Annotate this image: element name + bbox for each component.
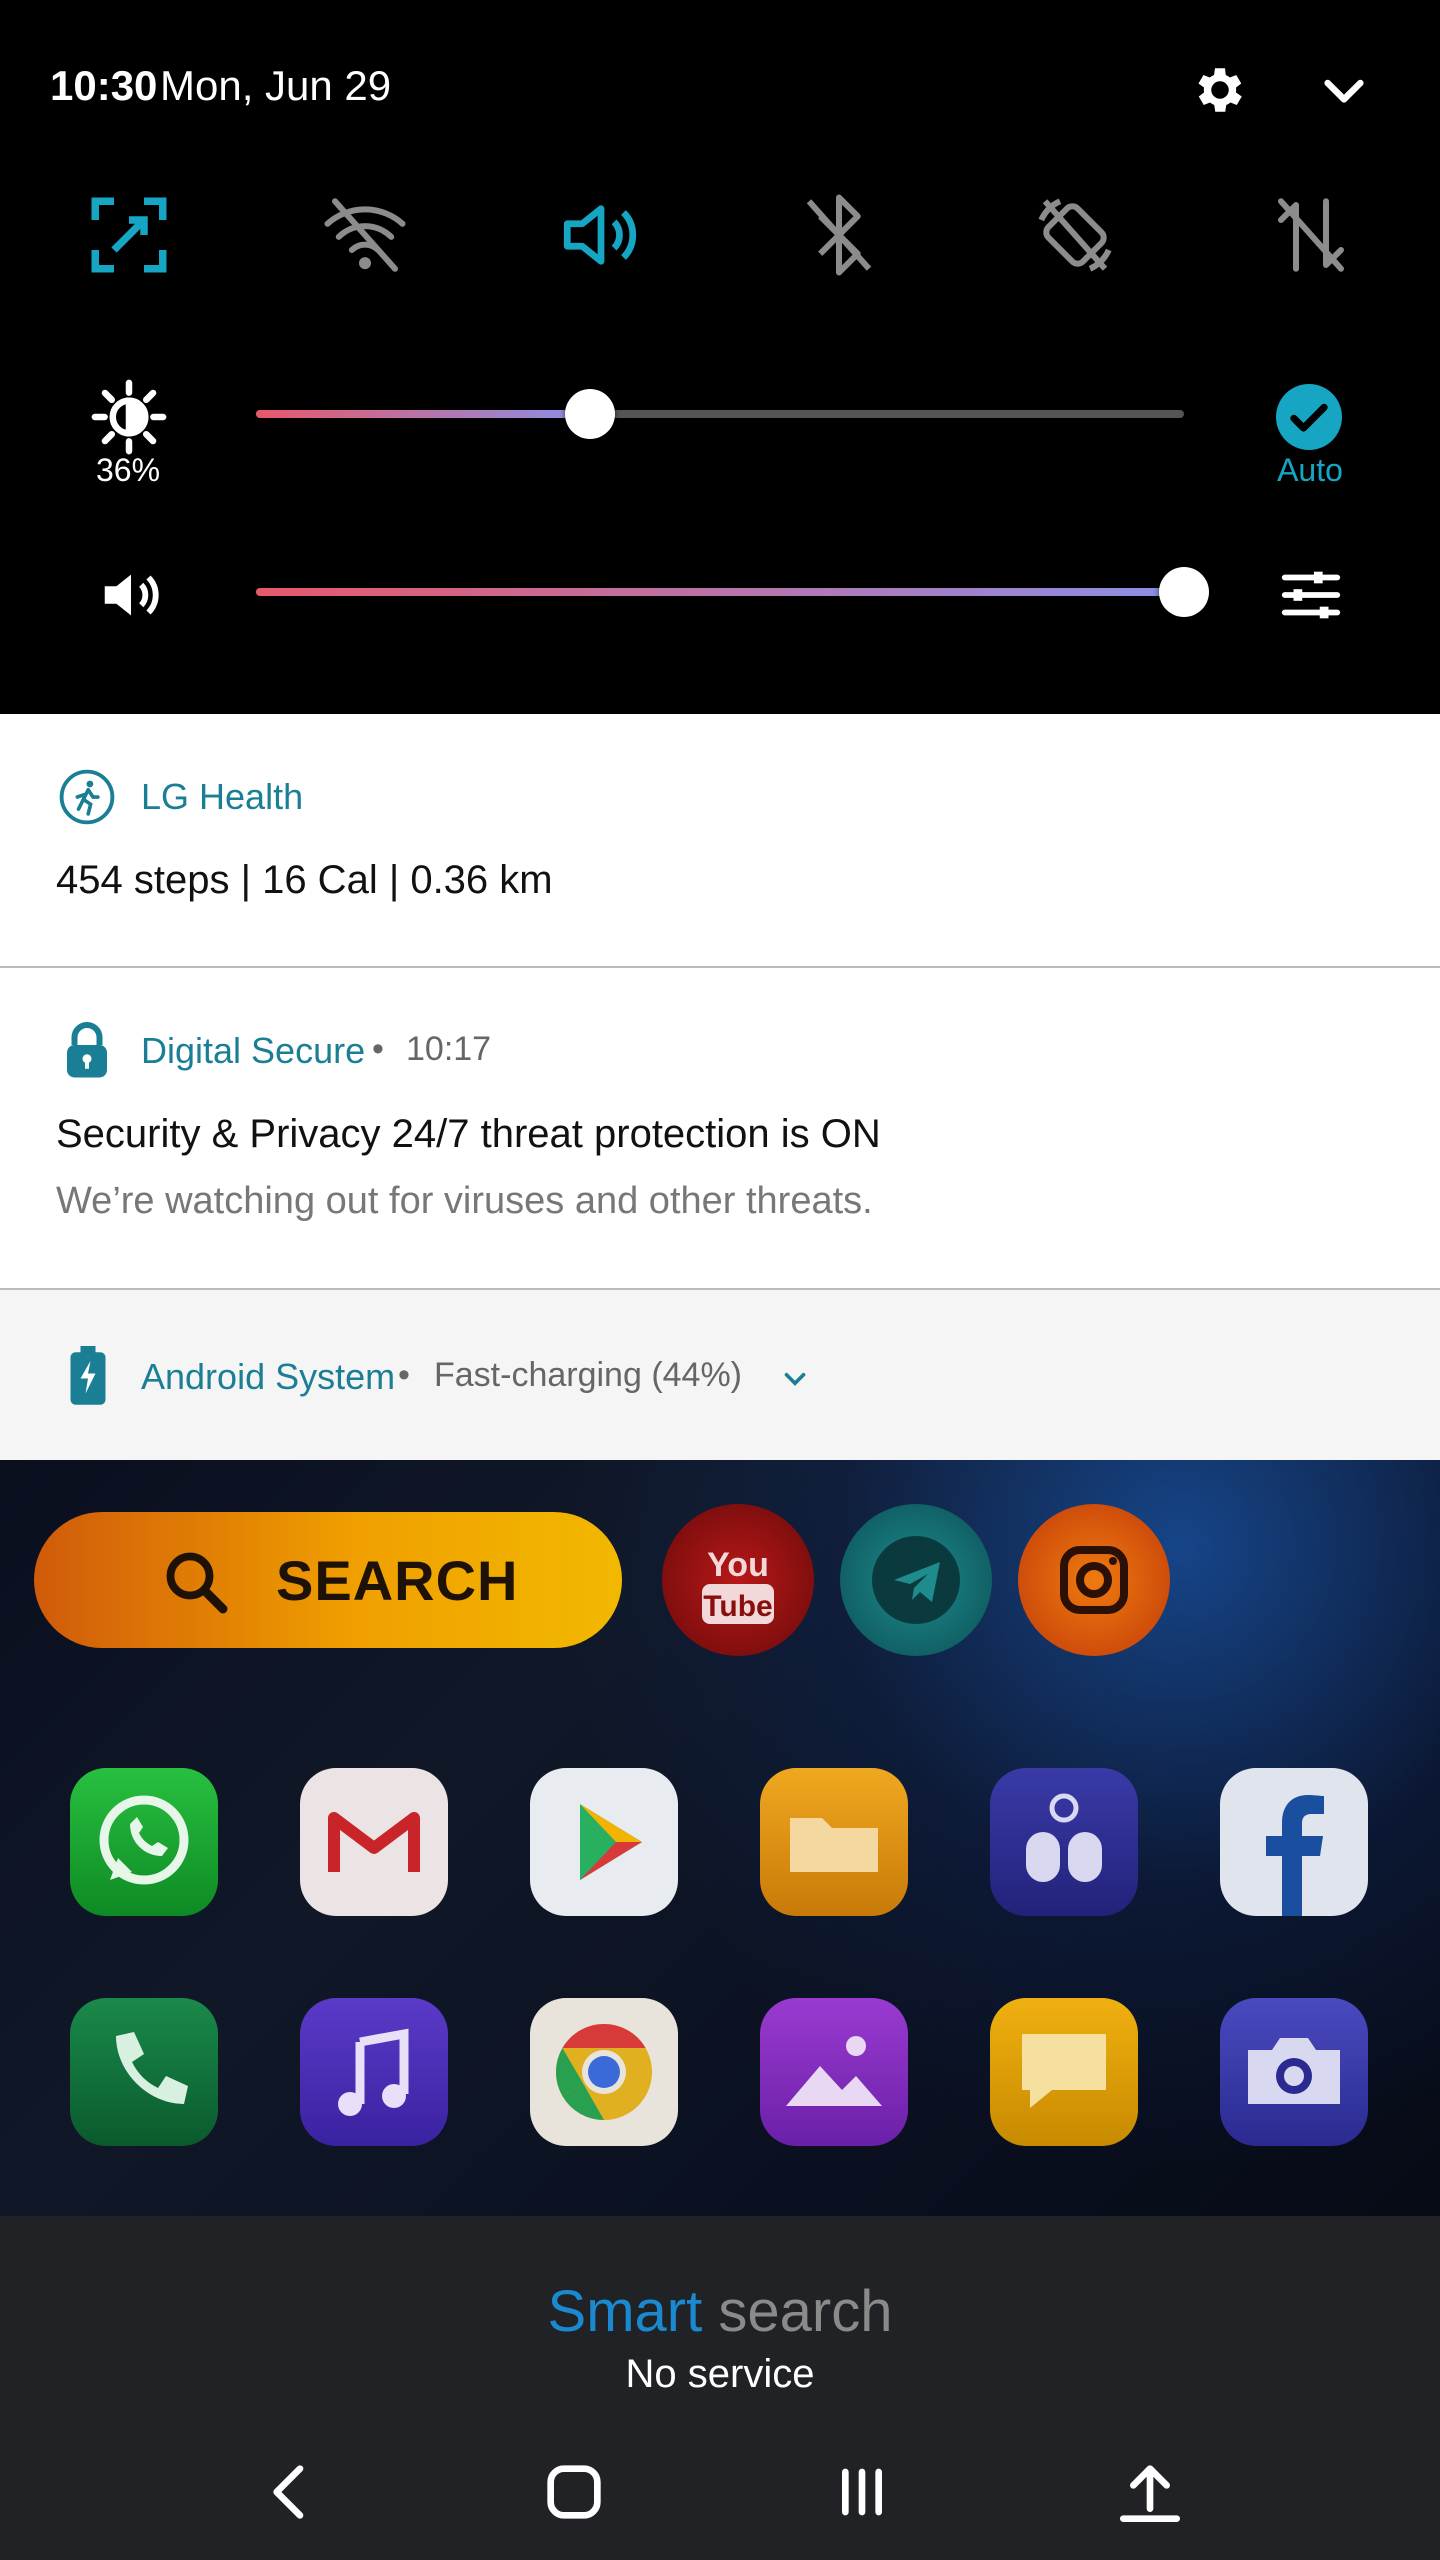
telegram-icon — [872, 1536, 960, 1624]
android-system-app-name: Android System — [141, 1356, 396, 1397]
phone-icon — [116, 2032, 188, 2104]
smart-search-word2: search — [718, 2279, 893, 2344]
mobile-data-off-icon[interactable] — [1266, 190, 1356, 280]
music-app[interactable] — [300, 1998, 448, 2146]
instagram-app[interactable] — [1018, 1504, 1170, 1656]
youtube-app[interactable]: You Tube — [662, 1504, 814, 1656]
search-widget-label: SEARCH — [276, 1549, 519, 1612]
chrome-app[interactable] — [530, 1998, 678, 2146]
home-button-icon[interactable] — [534, 2452, 614, 2532]
notification-lg-health[interactable]: LG Health 454 steps | 16 Cal | 0.36 km — [0, 714, 1440, 966]
camera-app[interactable] — [1220, 1998, 1368, 2146]
music-note-icon — [338, 2028, 409, 2116]
bluetooth-off-icon[interactable] — [794, 190, 884, 280]
separator-dot: • — [398, 1356, 410, 1394]
facebook-app[interactable] — [1220, 1768, 1368, 1916]
status-bar: 10:30 Mon, Jun 29 — [0, 0, 1440, 180]
notification-android-system[interactable]: Android System • Fast-charging (44%) — [0, 1290, 1440, 1460]
camera-icon — [1248, 2038, 1340, 2104]
remote-app[interactable] — [990, 1768, 1138, 1916]
svg-text:Tube: Tube — [703, 1590, 772, 1623]
lg-health-steps: 454 steps | 16 Cal | 0.36 km — [56, 858, 553, 902]
volume-icon[interactable] — [96, 560, 166, 630]
facebook-icon — [1266, 1795, 1324, 1916]
message-bubble-icon — [1022, 2034, 1106, 2108]
notification-digital-secure[interactable]: Digital Secure • 10:17 Security & Privac… — [0, 968, 1440, 1288]
play-store-app[interactable] — [530, 1768, 678, 1916]
auto-brightness-label: Auto — [1277, 452, 1343, 488]
sound-settings-icon[interactable] — [1276, 560, 1346, 630]
phone-app[interactable] — [70, 1998, 218, 2146]
telegram-app[interactable] — [840, 1504, 992, 1656]
auto-brightness-toggle[interactable] — [1276, 384, 1342, 450]
svg-text:You: You — [707, 1546, 769, 1584]
youtube-icon: You Tube — [702, 1546, 774, 1624]
charging-status: Fast-charging (44%) — [434, 1356, 743, 1394]
brightness-percent: 36% — [95, 452, 161, 488]
status-time: 10:30 — [50, 62, 158, 109]
volume-slider-thumb[interactable] — [1159, 567, 1209, 617]
wifi-off-icon[interactable] — [320, 190, 410, 280]
play-store-icon — [580, 1804, 642, 1880]
notification-text: We’re watching out for viruses and other… — [56, 1180, 873, 1222]
folder-icon — [790, 1818, 878, 1872]
brightness-slider-fill — [256, 410, 590, 418]
back-icon[interactable] — [250, 2452, 330, 2532]
smart-search-word1: Smart — [547, 2279, 703, 2344]
digital-secure-app-name: Digital Secure — [141, 1030, 366, 1071]
volume-slider-fill — [256, 588, 1184, 596]
image-icon — [786, 2036, 882, 2106]
swipe-up-icon[interactable] — [1110, 2452, 1190, 2532]
collapse-chevron-icon[interactable] — [1316, 62, 1372, 118]
expand-chevron-icon[interactable] — [778, 1362, 812, 1396]
chrome-icon — [555, 2024, 652, 2120]
instagram-icon — [1060, 1546, 1128, 1614]
messages-app[interactable] — [990, 1998, 1138, 2146]
smart-search-title: Smart search — [0, 2278, 1440, 2345]
recent-apps-icon[interactable] — [822, 2452, 902, 2532]
auto-rotate-off-icon[interactable] — [1030, 190, 1120, 280]
whatsapp-app[interactable] — [70, 1768, 218, 1916]
checkmark-icon — [1290, 403, 1328, 432]
lg-health-app-name: LG Health — [141, 776, 304, 817]
gmail-app[interactable] — [300, 1768, 448, 1916]
files-app[interactable] — [760, 1768, 908, 1916]
screen-capture-icon[interactable] — [84, 190, 174, 280]
lock-icon — [67, 1022, 107, 1078]
lg-health-icon — [59, 769, 115, 825]
notification-title: Security & Privacy 24/7 threat protectio… — [56, 1112, 881, 1156]
gallery-app[interactable] — [760, 1998, 908, 2146]
search-icon — [166, 1552, 228, 1614]
settings-gear-icon[interactable] — [1190, 60, 1250, 120]
remote-control-icon — [1026, 1793, 1102, 1882]
brightness-slider-thumb[interactable] — [565, 389, 615, 439]
whatsapp-icon — [99, 1795, 189, 1885]
status-date: Mon, Jun 29 — [160, 62, 392, 109]
sound-icon[interactable] — [556, 190, 646, 280]
brightness-icon — [91, 379, 167, 455]
gmail-icon — [328, 1812, 420, 1872]
notification-time: 10:17 — [406, 1030, 492, 1068]
network-status: No service — [625, 2352, 815, 2396]
battery-charging-icon — [70, 1346, 106, 1405]
separator-dot: • — [372, 1030, 384, 1068]
